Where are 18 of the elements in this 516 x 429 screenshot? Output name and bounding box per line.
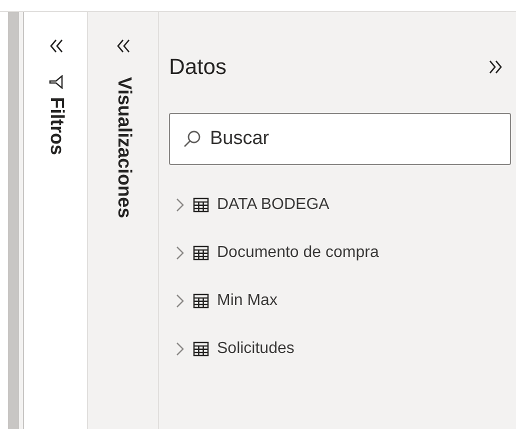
table-name[interactable]: Solicitudes (217, 335, 294, 362)
chevron-icon[interactable] (175, 340, 185, 356)
table-name[interactable]: DATA BODEGA (217, 191, 330, 218)
chevron-icon[interactable] (175, 244, 185, 260)
table-icon (193, 244, 209, 260)
table-icon (193, 196, 209, 212)
filters-tab[interactable]: Filtros (41, 97, 70, 156)
search-field[interactable]: Buscar (169, 113, 511, 165)
search-icon (183, 130, 201, 148)
chevron-icon[interactable] (175, 292, 185, 308)
chevron-icon[interactable] (175, 196, 185, 212)
table-icon (193, 340, 209, 356)
table-icon (193, 292, 209, 308)
visualizations-tab[interactable]: Visualizaciones (108, 77, 138, 218)
filter-icon (48, 75, 62, 89)
table-name[interactable]: Documento de compra (217, 239, 379, 266)
table-name[interactable]: Min Max (217, 287, 278, 314)
pane-title: Datos (169, 53, 226, 81)
